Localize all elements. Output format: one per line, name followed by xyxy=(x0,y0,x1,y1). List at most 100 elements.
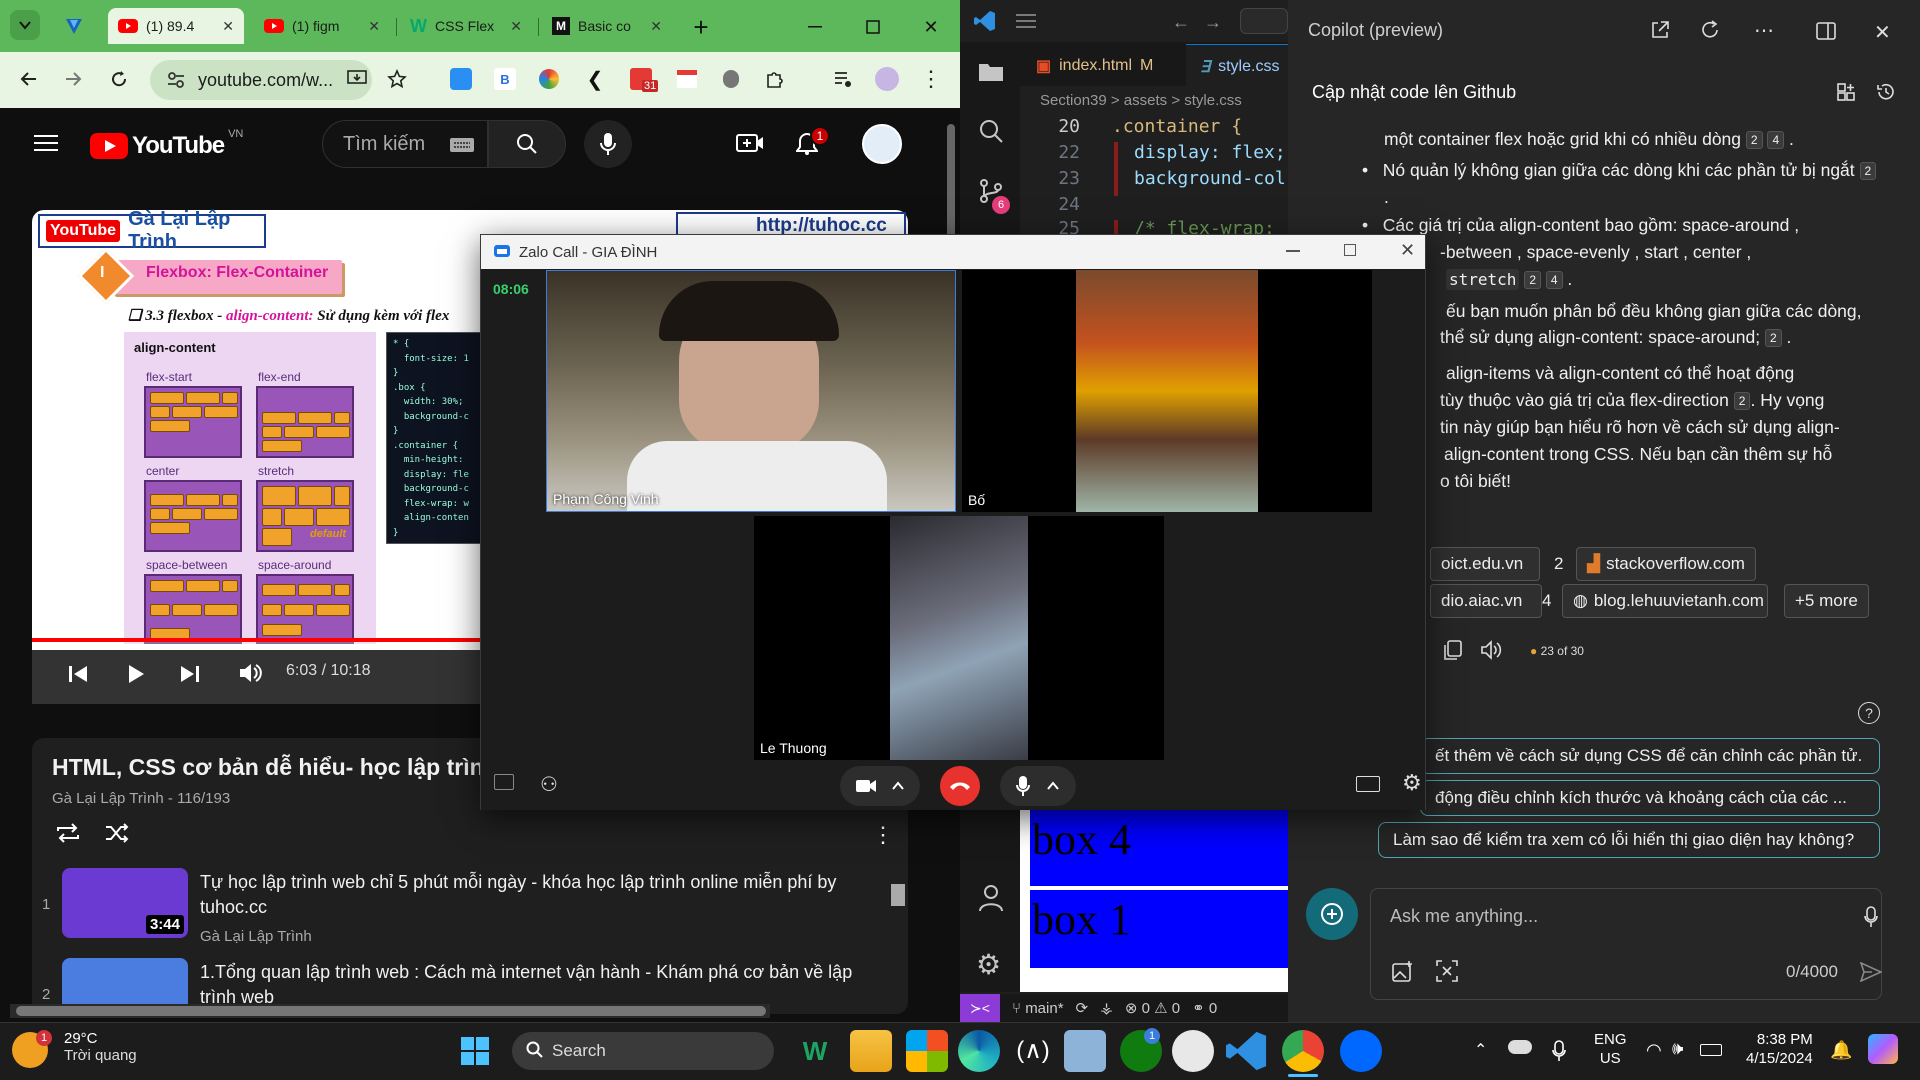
taskbar-search[interactable]: Search xyxy=(512,1032,774,1070)
suggestion-chip[interactable]: động điều chỉnh kích thước và khoảng các… xyxy=(1420,780,1880,816)
playlist-scrollbar[interactable] xyxy=(890,868,906,994)
battery-icon[interactable] xyxy=(1700,1044,1722,1056)
play-icon[interactable] xyxy=(126,664,146,684)
hang-up-button[interactable] xyxy=(940,766,980,806)
site-info-icon[interactable] xyxy=(166,70,186,90)
nav-forward-icon[interactable]: → xyxy=(1204,12,1222,33)
voice-search-button[interactable] xyxy=(584,120,632,168)
citation-badge[interactable]: 4 xyxy=(1545,271,1563,290)
loop-icon[interactable] xyxy=(54,822,82,844)
ports-indicator[interactable]: ⚭ 0 xyxy=(1192,999,1217,1017)
zalo-maximize-button[interactable] xyxy=(1344,244,1356,256)
profile-avatar[interactable] xyxy=(870,62,904,96)
video-tile-participant[interactable]: Le Thuong xyxy=(754,516,1164,760)
remote-indicator-icon[interactable]: ≻< xyxy=(960,994,1000,1022)
read-aloud-icon[interactable] xyxy=(1480,640,1504,660)
citation-badge[interactable]: 2 xyxy=(1524,271,1541,290)
zalo-close-button[interactable]: ✕ xyxy=(1400,240,1415,261)
reload-button[interactable] xyxy=(102,62,136,96)
language-indicator[interactable]: ENG US xyxy=(1594,1030,1627,1068)
taskbar-app-icon[interactable] xyxy=(1064,1030,1106,1072)
extension-calendar-icon[interactable]: 31 xyxy=(624,62,659,96)
problems-indicator[interactable]: ⊗ 0 ⚠ 0 xyxy=(1125,999,1180,1017)
forward-button[interactable] xyxy=(56,62,90,96)
copy-icon[interactable] xyxy=(1444,640,1462,660)
chat-input[interactable] xyxy=(1370,888,1882,1000)
media-control-icon[interactable] xyxy=(826,62,860,96)
close-window-button[interactable]: ✕ xyxy=(916,12,946,42)
playlist-item-title[interactable]: 1.Tổng quan lập trình web : Cách mà inte… xyxy=(200,960,860,1008)
tab-basic[interactable]: M Basic co ✕ xyxy=(542,8,672,44)
show-hidden-icons-icon[interactable]: ⌃ xyxy=(1474,1040,1487,1060)
taskbar-w3schools-icon[interactable]: W xyxy=(794,1030,836,1072)
clock-app-icon[interactable] xyxy=(1172,1030,1214,1072)
sidebar-toggle-icon[interactable] xyxy=(1816,22,1836,40)
youtube-logo[interactable]: YouTube VN xyxy=(90,128,243,160)
address-bar[interactable]: youtube.com/w... xyxy=(150,60,372,100)
horizontal-scroll-thumb[interactable] xyxy=(16,1006,766,1016)
back-button[interactable] xyxy=(12,62,46,96)
command-center[interactable] xyxy=(1240,8,1288,34)
hamburger-menu-icon[interactable] xyxy=(34,134,58,152)
create-video-icon[interactable] xyxy=(736,132,764,154)
git-graph-icon[interactable]: ⚶ xyxy=(1100,999,1113,1017)
tab-index-html[interactable]: ▣ index.html M xyxy=(1022,44,1167,88)
branch-indicator[interactable]: ⑂ main* xyxy=(1012,1000,1064,1017)
settings-gear-icon[interactable]: ⚙ xyxy=(1402,770,1422,796)
chrome-taskbar-icon[interactable] xyxy=(1282,1030,1324,1072)
help-icon[interactable]: ? xyxy=(1858,702,1880,724)
next-video-icon[interactable] xyxy=(180,664,200,684)
suggestion-chip[interactable]: ết thêm về cách sử dụng CSS để căn chỉnh… xyxy=(1420,738,1880,774)
playlist-item[interactable]: 2 1.Tổng quan lập trình web : Cách mà in… xyxy=(40,952,900,1008)
minimize-button[interactable] xyxy=(800,12,830,42)
close-icon[interactable]: ✕ xyxy=(222,18,234,35)
install-app-icon[interactable] xyxy=(340,62,374,96)
edge-browser-icon[interactable] xyxy=(958,1030,1000,1072)
citation-badge[interactable]: 2 xyxy=(1733,392,1751,411)
tab-youtube-2[interactable]: (1) figm ✕ xyxy=(254,8,390,44)
extension-arrow-icon[interactable]: ❮ xyxy=(578,62,612,96)
add-participant-icon[interactable]: ⚇ xyxy=(540,772,558,797)
add-image-icon[interactable] xyxy=(1392,960,1414,982)
volume-icon[interactable]: 🕪 xyxy=(1672,1038,1683,1059)
new-topic-button[interactable] xyxy=(1306,888,1358,940)
layout-toggle-icon[interactable] xyxy=(1356,776,1380,792)
extension-b-icon[interactable]: B xyxy=(488,62,522,96)
more-options-icon[interactable]: ⋯ xyxy=(1754,18,1774,43)
account-avatar[interactable] xyxy=(862,124,902,164)
taskbar-clock[interactable]: 8:38 PM 4/15/2024 xyxy=(1746,1030,1813,1068)
playlist-item-title[interactable]: Tự học lập trình web chỉ 5 phút mỗi ngày… xyxy=(200,870,860,920)
suggestion-chip[interactable]: Làm sao để kiểm tra xem có lỗi hiển thị … xyxy=(1378,822,1880,858)
playlist-title[interactable]: HTML, CSS cơ bản dễ hiểu- học lập trìn xyxy=(52,754,484,781)
search-icon[interactable] xyxy=(978,118,1004,144)
tab-style-css[interactable]: ∃ style.css xyxy=(1186,44,1294,88)
start-button[interactable] xyxy=(460,1036,490,1066)
settings-gear-icon[interactable]: ⚙ xyxy=(976,948,1001,981)
zalo-taskbar-icon[interactable] xyxy=(1340,1030,1382,1072)
vscode-menu-icon[interactable] xyxy=(1016,14,1036,28)
weather-widget[interactable]: 29°C Trời quang xyxy=(64,1030,137,1064)
citation-badge[interactable]: 2 xyxy=(1765,329,1782,348)
sync-icon[interactable]: ⟳ xyxy=(1076,999,1089,1017)
microphone-tray-icon[interactable] xyxy=(1552,1040,1566,1062)
extension-translate-icon[interactable] xyxy=(444,62,478,96)
plugins-icon[interactable] xyxy=(1836,82,1856,102)
playlist-more-icon[interactable]: ⋮ xyxy=(872,822,894,848)
tab-search-button[interactable] xyxy=(10,10,40,40)
refresh-icon[interactable] xyxy=(1700,20,1720,40)
wifi-icon[interactable]: ◠ xyxy=(1646,1040,1662,1061)
shuffle-icon[interactable] xyxy=(104,822,130,844)
history-icon[interactable] xyxy=(1876,82,1896,102)
more-sources-button[interactable]: +5 more xyxy=(1784,584,1869,618)
microphone-icon[interactable] xyxy=(1864,906,1878,928)
extension-color-icon[interactable] xyxy=(532,62,566,96)
zalo-minimize-button[interactable] xyxy=(1286,250,1300,252)
notification-bell-icon[interactable]: 🔔 xyxy=(1830,1040,1852,1061)
camera-toggle[interactable] xyxy=(840,766,920,806)
playlist-item-thumbnail[interactable] xyxy=(62,958,188,1008)
vscode-taskbar-icon[interactable] xyxy=(1226,1030,1268,1072)
playlist-item[interactable]: 1 3:44 Tự học lập trình web chỉ 5 phút m… xyxy=(40,862,900,945)
new-tab-button[interactable]: + xyxy=(686,12,716,42)
taskbar-app-icon[interactable]: (∧) xyxy=(1012,1030,1054,1072)
tab-youtube-1[interactable]: (1) 89.4 ✕ xyxy=(108,8,244,44)
